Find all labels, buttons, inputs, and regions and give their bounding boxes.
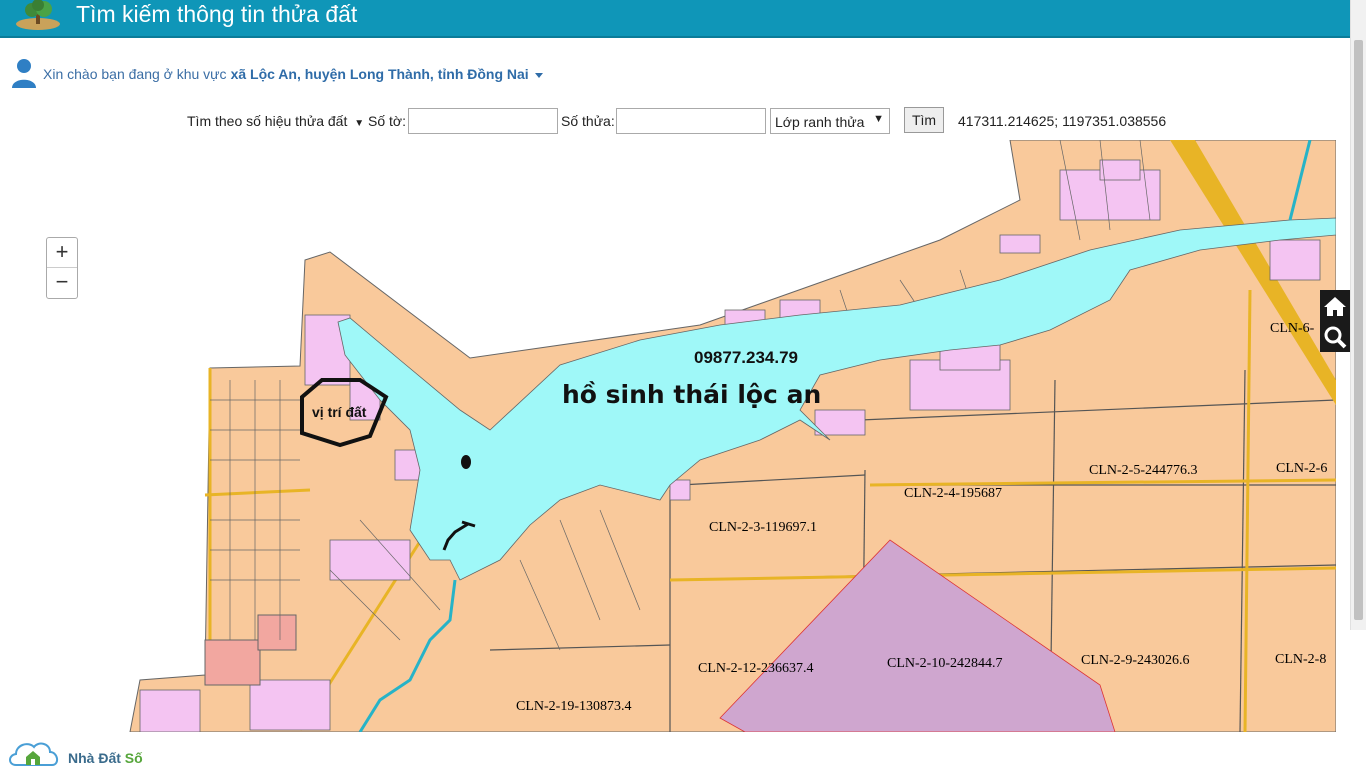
- search-mode-label: Tìm theo số hiệu thửa đất: [187, 113, 348, 129]
- so-to-input[interactable]: [408, 108, 558, 134]
- search-toolbar: Tìm theo số hiệu thửa đất ▼ Số tờ: Số th…: [0, 107, 1350, 136]
- cadastral-map[interactable]: [0, 140, 1336, 732]
- caret-down-icon: ▼: [873, 113, 884, 125]
- chevron-down-icon[interactable]: [534, 72, 543, 78]
- map-viewport[interactable]: 09877.234.79 hồ sinh thái lộc an vị trí …: [0, 140, 1336, 732]
- user-icon: [10, 57, 38, 92]
- zoom-out-button[interactable]: −: [47, 268, 77, 298]
- parcel-label: CLN-2-6: [1276, 461, 1328, 476]
- marker-dot: [461, 455, 471, 469]
- footer: Nhà Đất Số: [0, 732, 1366, 768]
- zoom-in-button[interactable]: +: [47, 238, 77, 268]
- scrollbar-thumb[interactable]: [1354, 40, 1363, 620]
- lake-annotation: hồ sinh thái lộc an: [562, 380, 822, 409]
- find-button[interactable]: Tìm: [904, 107, 944, 133]
- parcel-label: CLN-2-19-130873.4: [516, 699, 632, 714]
- brand-logo[interactable]: Nhà Đất Số: [8, 735, 143, 767]
- region-greeting: Xin chào bạn đang ở khu vực xã Lộc An, h…: [10, 58, 543, 90]
- coordinate-readout: 417311.214625; 1197351.038556: [958, 113, 1167, 129]
- phone-annotation: 09877.234.79: [694, 348, 798, 367]
- pink-parcel: [257, 614, 297, 651]
- house-cloud-icon: [9, 742, 58, 766]
- so-thua-input[interactable]: [616, 108, 766, 134]
- parcel-label: CLN-2-5-244776.3: [1089, 463, 1198, 478]
- location-annotation: vị trí đất: [312, 404, 367, 420]
- page-title: Tìm kiếm thông tin thửa đất: [76, 1, 358, 27]
- vertical-scrollbar[interactable]: [1350, 0, 1366, 630]
- parcel-label: CLN-2-4-195687: [904, 486, 1002, 501]
- greeting-text: Xin chào bạn đang ở khu vực: [43, 66, 227, 82]
- search-mode-dropdown[interactable]: Tìm theo số hiệu thửa đất ▼: [187, 113, 364, 129]
- parcel-label: CLN-2-9-243026.6: [1081, 653, 1190, 668]
- layer-select[interactable]: Lớp ranh thửa ▼: [770, 108, 890, 134]
- brand-name: Nhà Đất Số: [68, 750, 143, 766]
- layer-select-value: Lớp ranh thửa: [775, 114, 865, 130]
- map-side-tools: [1320, 290, 1350, 352]
- pink-parcel: [204, 639, 261, 686]
- zoom-control: + −: [46, 237, 78, 299]
- parcel-label: CLN-2-8: [1275, 652, 1327, 667]
- so-thua-label: Số thửa:: [561, 113, 615, 129]
- parcel-label: CLN-2-3-119697.1: [709, 520, 817, 535]
- caret-down-icon: ▼: [354, 118, 365, 129]
- home-icon[interactable]: [1320, 290, 1350, 321]
- search-icon[interactable]: [1320, 321, 1350, 352]
- parcel-label: CLN-6-: [1270, 321, 1315, 336]
- app-header: Tìm kiếm thông tin thửa đất: [0, 0, 1350, 38]
- so-to-label: Số tờ:: [368, 113, 406, 129]
- parcel-label: CLN-2-12-236637.4: [698, 661, 814, 676]
- region-dropdown[interactable]: xã Lộc An, huyện Long Thành, tỉnh Đồng N…: [231, 66, 529, 82]
- logo-icon: [14, 0, 62, 30]
- parcel-label: CLN-2-10-242844.7: [887, 656, 1003, 671]
